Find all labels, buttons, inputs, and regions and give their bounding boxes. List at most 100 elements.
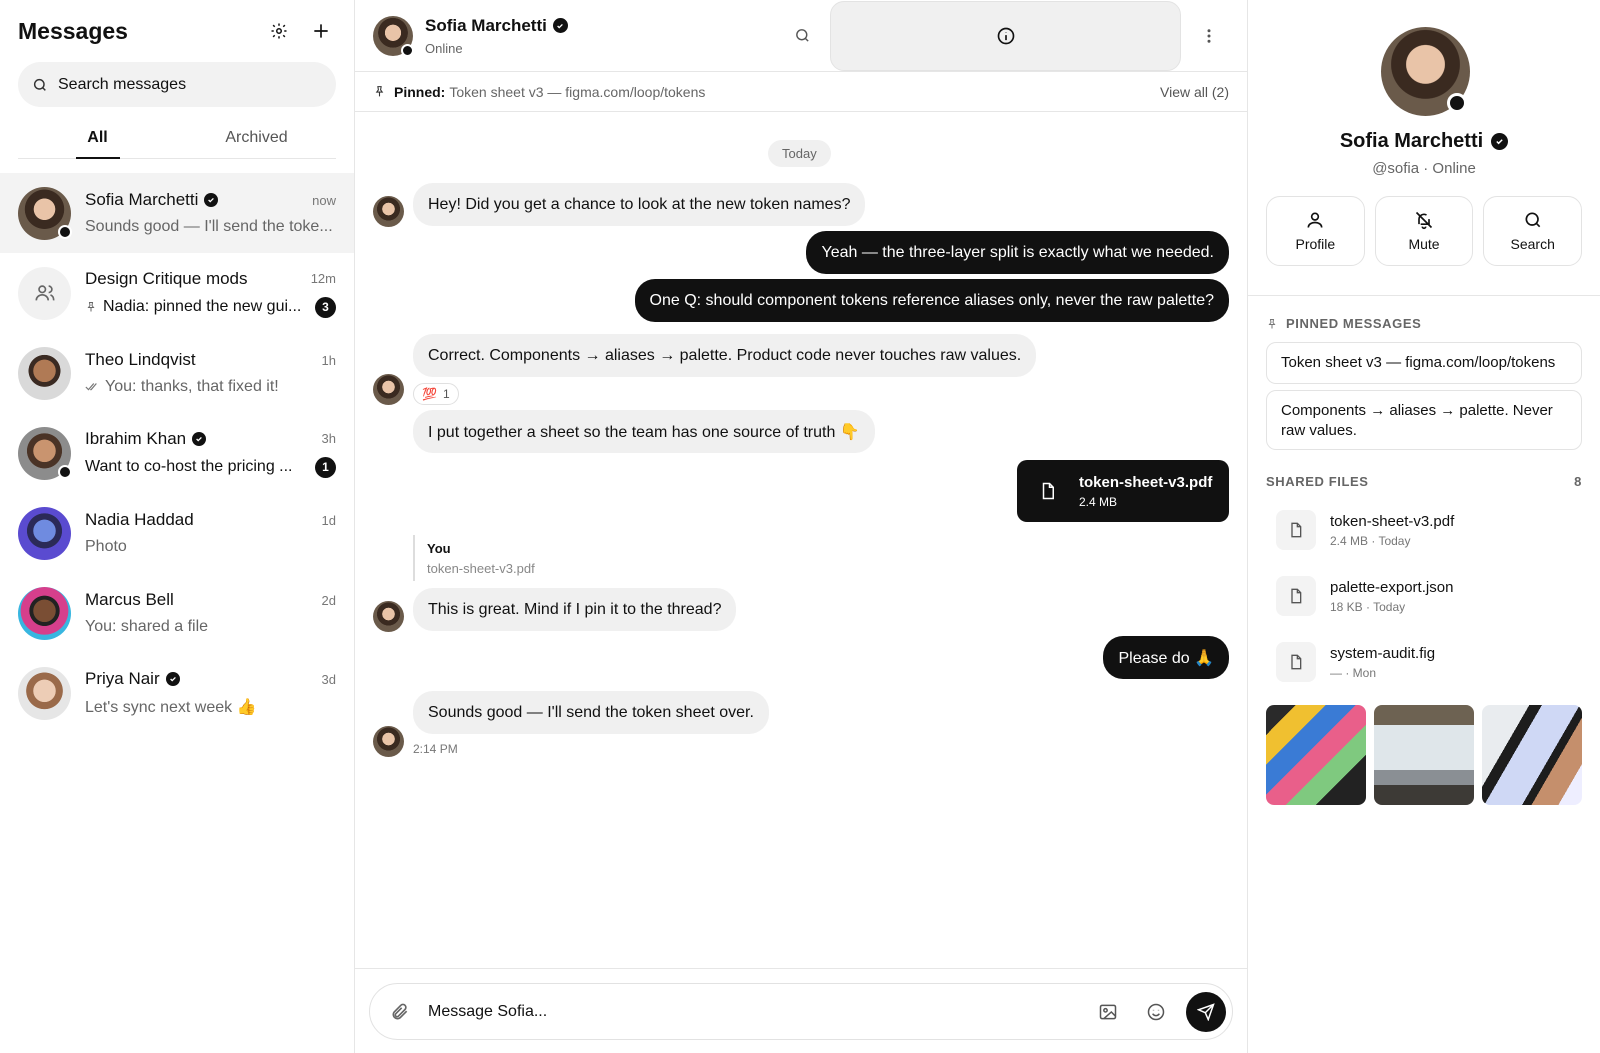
conversation-item[interactable]: Marcus Bell 2d You: shared a file [0, 573, 354, 653]
profile-handle: @sofia · Online [1372, 160, 1476, 177]
pinned-messages-title: PINNED MESSAGES [1286, 316, 1422, 331]
pinned-bar[interactable]: Pinned: Token sheet v3 — figma.com/loop/… [355, 72, 1247, 112]
pinned-message-card[interactable]: Token sheet v3 — figma.com/loop/tokens [1266, 342, 1582, 384]
unread-badge: 3 [315, 296, 336, 318]
media-thumbnail[interactable] [1266, 705, 1366, 805]
shared-media-grid [1266, 705, 1582, 805]
double-check-icon [85, 383, 97, 391]
chat-search-button[interactable] [782, 16, 822, 56]
settings-button[interactable] [264, 16, 294, 46]
media-thumbnail[interactable] [1482, 705, 1582, 805]
avatar[interactable] [373, 15, 414, 57]
search-icon [1525, 212, 1540, 228]
shared-file-item[interactable]: palette-export.json 18 KB · Today [1266, 566, 1582, 626]
conversation-preview: You: shared a file [85, 618, 209, 635]
conversation-name: Design Critique mods [85, 268, 248, 288]
user-icon [1307, 212, 1323, 228]
tab-all[interactable]: All [18, 117, 177, 159]
message-bubble-outgoing: Please do 🙏 [1103, 636, 1229, 679]
chat-panel: Sofia Marchetti Online Pinned: Token she… [355, 0, 1248, 1053]
avatar [18, 666, 71, 720]
profile-name-row: Sofia Marchetti [1248, 130, 1600, 153]
online-indicator [58, 464, 72, 479]
message-composer [355, 968, 1247, 1053]
conversation-name: Theo Lindqvist [85, 350, 196, 369]
search-input[interactable] [58, 75, 298, 94]
avatar [18, 586, 71, 640]
reply-quote: You token-sheet-v3.pdf [413, 535, 535, 581]
profile-actions: Profile Mute Search [1266, 196, 1583, 266]
verified-icon [1491, 133, 1509, 150]
verified-icon [165, 672, 180, 686]
profile-name: Sofia Marchetti [1339, 130, 1484, 152]
file-icon [1291, 522, 1302, 538]
conversation-time: 1d [321, 512, 336, 528]
mute-button[interactable]: Mute [1374, 196, 1474, 266]
profile-button-label: Profile [1295, 236, 1336, 252]
shared-file-item[interactable]: system-audit.fig — · Mon [1266, 632, 1582, 692]
new-message-button[interactable] [306, 16, 336, 46]
conversation-sidebar: Messages All Archived Sofia Marchetti now… [0, 0, 355, 1053]
file-attachment-bubble[interactable]: token-sheet-v3.pdf 2.4 MB [1017, 460, 1229, 522]
profile-panel: Sofia Marchetti @sofia · Online Profile … [1248, 0, 1600, 1053]
shared-files-count: 8 [1574, 474, 1582, 489]
search-in-chat-button[interactable]: Search [1483, 196, 1583, 266]
file-icon [1042, 482, 1054, 500]
mute-button-label: Mute [1408, 236, 1440, 252]
quote-text: token-sheet-v3.pdf [427, 561, 535, 576]
pinned-message-card[interactable]: Components → aliases → palette. Never ra… [1266, 390, 1582, 450]
search-button-label: Search [1510, 236, 1555, 252]
conversation-tabs: All Archived [18, 117, 336, 159]
conversation-item[interactable]: Ibrahim Khan 3h Want to co-host the prici… [0, 413, 354, 493]
conversation-name: Marcus Bell [85, 590, 174, 609]
message-timestamp: 2:14 PM [413, 742, 458, 756]
shared-file-name: palette-export.json [1330, 578, 1454, 596]
plus-icon [314, 24, 328, 38]
attach-image-button[interactable] [1088, 992, 1128, 1032]
paperclip-icon[interactable] [390, 1002, 410, 1022]
conversation-item[interactable]: Theo Lindqvist 1h You: thanks, that fixed… [0, 333, 354, 413]
image-icon [1099, 1004, 1117, 1019]
chat-status: Online [425, 40, 463, 56]
online-indicator [401, 43, 414, 57]
conversation-item[interactable]: Nadia Haddad 1d Photo [0, 493, 354, 573]
media-thumbnail[interactable] [1374, 705, 1474, 805]
profile-button[interactable]: Profile [1266, 196, 1365, 266]
conversation-preview: Photo [85, 538, 127, 555]
shared-file-item[interactable]: token-sheet-v3.pdf 2.4 MB · Today [1266, 500, 1582, 560]
quote-author: You [427, 541, 451, 556]
message-input[interactable] [428, 1002, 1080, 1021]
conversation-item[interactable]: Priya Nair 3d Let's sync next week 👍 [0, 653, 354, 733]
reaction-chip[interactable]: 💯 1 [413, 383, 459, 405]
more-options-button[interactable] [1189, 16, 1229, 56]
online-indicator [58, 224, 72, 239]
emoji-button[interactable] [1136, 992, 1176, 1032]
conversation-time: 3h [321, 431, 336, 446]
view-all-pinned-link[interactable]: View all (2) [1160, 84, 1229, 100]
conversation-time: 12m [310, 271, 336, 286]
verified-icon [204, 193, 219, 207]
info-button[interactable] [830, 0, 1181, 71]
profile-avatar [1381, 27, 1470, 116]
conversation-name: Ibrahim Khan [85, 428, 187, 448]
send-button[interactable] [1186, 991, 1226, 1032]
conversation-item[interactable]: Design Critique mods 12m Nadia: pinned th… [0, 253, 354, 333]
chat-header: Sofia Marchetti Online [355, 0, 1247, 72]
conversation-list: Sofia Marchetti now Sounds good — I'll se… [0, 173, 354, 733]
pin-icon [1268, 318, 1276, 328]
message-bubble-incoming: Hey! Did you get a chance to look at the… [413, 183, 866, 226]
conversation-preview: Want to co-host the pricing ... [85, 458, 293, 475]
conversation-name: Nadia Haddad [85, 510, 194, 529]
conversation-preview: Sounds good — I'll send the toke... [85, 218, 333, 235]
shared-file-name: system-audit.fig [1330, 644, 1436, 662]
unread-badge: 1 [315, 456, 336, 478]
sidebar-title: Messages [18, 17, 128, 44]
tab-archived[interactable]: Archived [177, 117, 336, 158]
conversation-item[interactable]: Sofia Marchetti now Sounds good — I'll se… [0, 173, 354, 253]
file-name: token-sheet-v3.pdf [1079, 473, 1213, 491]
shared-file-meta: — · Mon [1330, 665, 1377, 680]
date-divider: Today [768, 140, 831, 167]
message-bubble-incoming: Sounds good — I'll send the token sheet … [413, 691, 769, 734]
message-avatar [373, 374, 404, 405]
bell-off-icon [1415, 211, 1433, 230]
